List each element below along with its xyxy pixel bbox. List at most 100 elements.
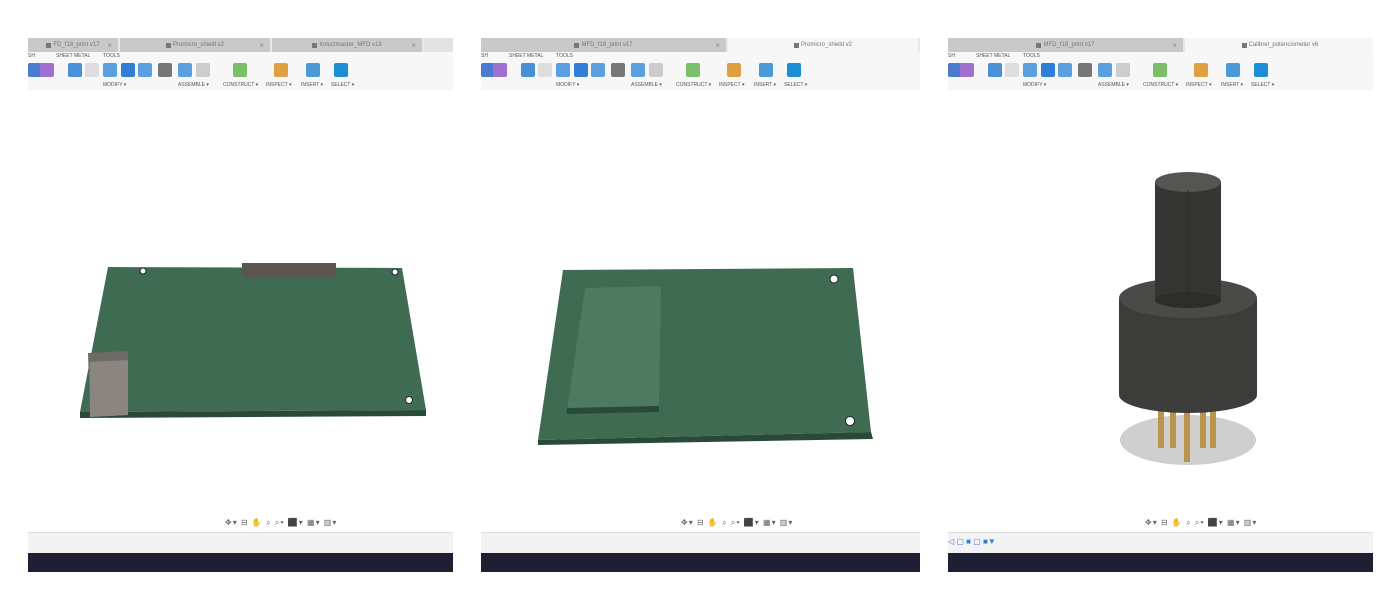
toolbar-menu-4[interactable]: INSERT ▾ bbox=[754, 82, 776, 88]
toolbar-tool-icon[interactable] bbox=[686, 63, 700, 77]
toolbar-menu-5[interactable]: SELECT ▾ bbox=[1251, 82, 1274, 88]
toolbar-tool-icon[interactable] bbox=[138, 63, 152, 77]
toolbar-tool-icon[interactable] bbox=[196, 63, 210, 77]
tab-bar: MFD_f18_print v17 × Promicro_shield v2 bbox=[481, 38, 920, 52]
document-tab[interactable]: MFD_f18_print v17 × bbox=[481, 38, 728, 52]
toolbar-tab[interactable]: SHEET METAL bbox=[509, 53, 543, 59]
navigation-bar[interactable]: ✥▾ ⊟ ✋ ⌕ ⌕▾ ⬛▾ ▦▾ ▥▾ bbox=[681, 518, 793, 528]
toolbar-tab[interactable]: SHEET METAL bbox=[976, 53, 1010, 59]
toolbar-tool-icon[interactable] bbox=[787, 63, 801, 77]
toolbar-tool-icon[interactable] bbox=[521, 63, 535, 77]
toolbar-tool-icon[interactable] bbox=[178, 63, 192, 77]
toolbar-tool-icon[interactable] bbox=[103, 63, 117, 77]
timeline[interactable]: ◁ ▢ ■ ▢ ■▼ bbox=[948, 537, 996, 546]
toolbar-tool-icon[interactable] bbox=[591, 63, 605, 77]
toolbar-menu-2[interactable]: CONSTRUCT ▾ bbox=[676, 82, 711, 88]
toolbar-menu-3[interactable]: INSPECT ▾ bbox=[1186, 82, 1211, 88]
tab-label: MFD_f18_print v17 bbox=[1043, 42, 1095, 48]
toolbar-menu-2[interactable]: CONSTRUCT ▾ bbox=[223, 82, 258, 88]
toolbar-menu-3[interactable]: INSPECT ▾ bbox=[266, 82, 291, 88]
toolbar-tool-icon[interactable] bbox=[1005, 63, 1019, 77]
toolbar-menu-5[interactable]: SELECT ▾ bbox=[784, 82, 807, 88]
tab-label: MFD_f18_print v17 bbox=[581, 42, 633, 48]
toolbar-tool-icon[interactable] bbox=[631, 63, 645, 77]
document-icon bbox=[46, 42, 52, 48]
close-tab-icon[interactable]: × bbox=[715, 41, 720, 50]
toolbar-tool-icon[interactable] bbox=[233, 63, 247, 77]
toolbar-tool-icon[interactable] bbox=[1194, 63, 1208, 77]
close-tab-icon[interactable]: × bbox=[259, 41, 264, 50]
close-tab-icon[interactable]: × bbox=[411, 41, 416, 50]
document-icon bbox=[1036, 42, 1042, 48]
toolbar-tool-icon[interactable] bbox=[1254, 63, 1268, 77]
toolbar-tool-icon[interactable] bbox=[306, 63, 320, 77]
toolbar-tab[interactable]: TOOLS bbox=[103, 53, 120, 59]
document-icon bbox=[574, 42, 580, 48]
taskbar bbox=[28, 553, 453, 572]
toolbar-tool-icon[interactable] bbox=[40, 63, 54, 77]
status-bar: ◁ ▢ ■ ▢ ■▼ bbox=[948, 532, 1373, 554]
toolbar-tool-icon[interactable] bbox=[1023, 63, 1037, 77]
toolbar-tool-icon[interactable] bbox=[556, 63, 570, 77]
tab-bar: MFD_f18_print v17 × Calibrel_potenciometer… bbox=[948, 38, 1373, 52]
3d-viewport[interactable] bbox=[481, 90, 920, 530]
toolbar-menu-0[interactable]: MODIFY ▾ bbox=[556, 82, 579, 88]
toolbar-tool-icon[interactable] bbox=[988, 63, 1002, 77]
tab-label: FD_f18_print v17 bbox=[53, 42, 100, 48]
toolbar-menu-3[interactable]: INSPECT ▾ bbox=[719, 82, 744, 88]
document-tab[interactable]: Promicro_shield v2 bbox=[728, 38, 920, 52]
toolbar-tool-icon[interactable] bbox=[1153, 63, 1167, 77]
toolbar-tool-icon[interactable] bbox=[611, 63, 625, 77]
toolbar-tab[interactable]: TOOLS bbox=[1023, 53, 1040, 59]
document-tab[interactable]: Promicro_shield v2 × bbox=[120, 38, 272, 52]
toolbar-tool-icon[interactable] bbox=[1116, 63, 1130, 77]
toolbar-tool-icon[interactable] bbox=[1226, 63, 1240, 77]
toolbar-tab[interactable]: SHEET METAL bbox=[56, 53, 90, 59]
toolbar-menu-0[interactable]: MODIFY ▾ bbox=[103, 82, 126, 88]
3d-viewport[interactable] bbox=[948, 90, 1373, 530]
status-bar bbox=[481, 532, 920, 554]
navigation-bar[interactable]: ✥▾ ⊟ ✋ ⌕ ⌕▾ ⬛▾ ▦▾ ▥▾ bbox=[225, 518, 337, 528]
3d-viewport[interactable] bbox=[28, 90, 453, 530]
toolbar-tab[interactable]: TOOLS bbox=[556, 53, 573, 59]
toolbar-menu-1[interactable]: ASSEMBLE ▾ bbox=[631, 82, 662, 88]
toolbar-menu-0[interactable]: MODIFY ▾ bbox=[1023, 82, 1046, 88]
toolbar-tool-icon[interactable] bbox=[68, 63, 82, 77]
toolbar-menu-1[interactable]: ASSEMBLE ▾ bbox=[178, 82, 209, 88]
document-tab[interactable]: FD_f18_print v17 × bbox=[28, 38, 120, 52]
toolbar-tool-icon[interactable] bbox=[493, 63, 507, 77]
toolbar-tab[interactable]: SH bbox=[481, 53, 488, 59]
toolbar-menu-4[interactable]: INSERT ▾ bbox=[301, 82, 323, 88]
toolbar-tool-icon[interactable] bbox=[1098, 63, 1112, 77]
toolbar-tool-icon[interactable] bbox=[1078, 63, 1092, 77]
toolbar-tool-icon[interactable] bbox=[649, 63, 663, 77]
document-tab[interactable]: Calibrel_potenciometer v6 bbox=[1185, 38, 1373, 52]
taskbar bbox=[481, 553, 920, 572]
toolbar-tool-icon[interactable] bbox=[1058, 63, 1072, 77]
document-tab[interactable]: Inductmaster_MFD v18 × bbox=[272, 38, 424, 52]
toolbar-tool-icon[interactable] bbox=[759, 63, 773, 77]
toolbar-tool-icon[interactable] bbox=[1041, 63, 1055, 77]
toolbar-tab[interactable]: SH bbox=[948, 53, 955, 59]
navigation-bar[interactable]: ✥▾ ⊟ ✋ ⌕ ⌕▾ ⬛▾ ▦▾ ▥▾ bbox=[1145, 518, 1257, 528]
toolbar-tool-icon[interactable] bbox=[334, 63, 348, 77]
tab-label: Promicro_shield v2 bbox=[172, 42, 225, 48]
close-tab-icon[interactable]: × bbox=[107, 41, 112, 50]
toolbar-tool-icon[interactable] bbox=[274, 63, 288, 77]
toolbar-tool-icon[interactable] bbox=[121, 63, 135, 77]
toolbar-menu-2[interactable]: CONSTRUCT ▾ bbox=[1143, 82, 1178, 88]
toolbar-tool-icon[interactable] bbox=[85, 63, 99, 77]
toolbar-tab[interactable]: SH bbox=[28, 53, 35, 59]
toolbar-menu-1[interactable]: ASSEMBLE ▾ bbox=[1098, 82, 1129, 88]
toolbar-menu-5[interactable]: SELECT ▾ bbox=[331, 82, 354, 88]
toolbar-tool-icon[interactable] bbox=[538, 63, 552, 77]
toolbar-tool-icon[interactable] bbox=[574, 63, 588, 77]
pcb-model bbox=[80, 263, 426, 418]
document-tab[interactable]: MFD_f18_print v17 × bbox=[948, 38, 1185, 52]
toolbar-menu-4[interactable]: INSERT ▾ bbox=[1221, 82, 1243, 88]
document-icon bbox=[793, 42, 799, 48]
toolbar-tool-icon[interactable] bbox=[960, 63, 974, 77]
toolbar-tool-icon[interactable] bbox=[158, 63, 172, 77]
toolbar-tool-icon[interactable] bbox=[727, 63, 741, 77]
close-tab-icon[interactable]: × bbox=[1172, 41, 1177, 50]
